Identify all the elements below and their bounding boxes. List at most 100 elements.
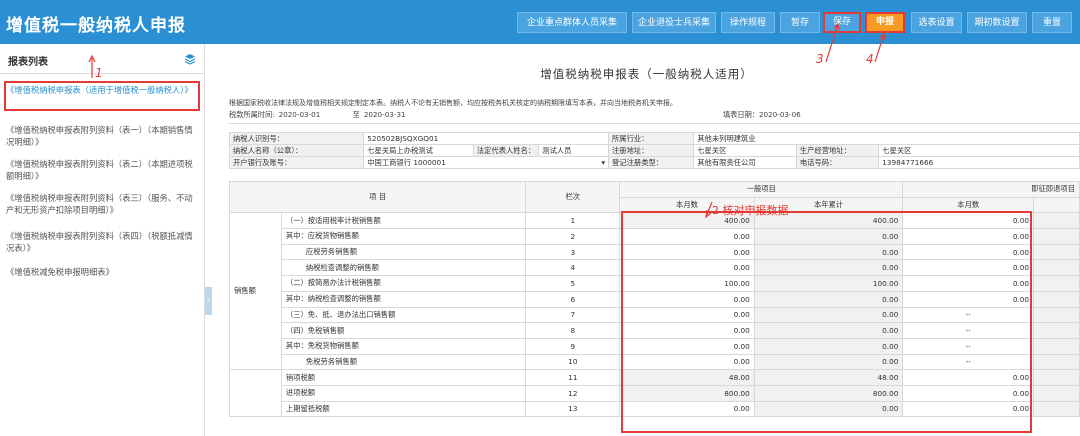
general-month-cell[interactable]: 0.00 — [619, 290, 755, 308]
refund-month-cell[interactable]: 0.00 — [902, 384, 1035, 402]
reg-addr-label: 注册地址： — [608, 144, 695, 157]
row-label: 上期留抵税额 — [280, 400, 527, 418]
sidebar-title: 报表列表 — [8, 57, 48, 68]
refund-month-cell[interactable]: 0.00 — [902, 290, 1035, 308]
refund-month-cell[interactable]: 0.00 — [902, 369, 1035, 386]
col-refund: 即征即退项目 — [902, 181, 1080, 198]
row-label: 其中：纳税检查调整的销售额 — [280, 290, 527, 308]
declare-button[interactable]: 申报 — [865, 12, 905, 33]
refund-month-cell[interactable]: 0.00 — [902, 275, 1035, 292]
refund-month-cell[interactable]: 0.00 — [902, 259, 1035, 277]
table-row: 其中：纳税检查调整的销售额 6 0.00 0.00 0.00 — [230, 290, 1080, 308]
top-bar: 增值税一般纳税人申报 企业重点群体人员采集 企业退役士兵采集 操作规程 暂存 保… — [0, 0, 1080, 44]
refund-year-cell — [1033, 290, 1080, 308]
general-month-cell[interactable]: 0.00 — [619, 259, 755, 277]
legal-rep-label: 法定代表人姓名： — [472, 144, 540, 157]
general-month-cell[interactable]: 0.00 — [619, 337, 755, 355]
general-month-cell[interactable]: 0.00 — [619, 306, 755, 324]
row-line-no: 13 — [525, 400, 621, 418]
row-label: 进项税额 — [280, 384, 527, 402]
tax-period: 税款所属时间: 2020-03-01 至 2020-03-31 — [229, 110, 410, 120]
row-label: 免税劳务销售额 — [280, 353, 527, 371]
annotation-4: 4 — [866, 52, 874, 66]
col-refund-month: 本月数 — [902, 196, 1035, 214]
general-month-cell[interactable]: 0.00 — [619, 228, 755, 245]
sidebar-item-schedule-2[interactable]: 《增值税纳税申报表附列资料（表二）（本期进项税额明细）》 — [6, 158, 198, 182]
sidebar-item-schedule-4[interactable]: 《增值税纳税申报表附列资料（表四）（税额抵减情况表）》 — [6, 230, 198, 254]
sidebar-item-schedule-1[interactable]: 《增值税纳税申报表附列资料（表一）（本期销售情况明细）》 — [6, 124, 198, 148]
temp-save-button[interactable]: 暂存 — [780, 12, 820, 33]
save-button[interactable]: 保存 — [823, 12, 861, 33]
table-row: （四）免税销售额 8 0.00 0.00 -- — [230, 322, 1080, 339]
table-row: 上期留抵税额 13 0.00 0.00 0.00 — [230, 400, 1080, 418]
general-month-cell[interactable]: 48.00 — [619, 369, 755, 386]
reg-type-label: 登记注册类型： — [608, 156, 695, 169]
general-year-cell: 0.00 — [753, 259, 904, 277]
layers-icon[interactable] — [184, 53, 196, 65]
table-row: 销售额 （一）按适用税率计税销售额 1 400.00 400.00 0.00 — [229, 212, 1080, 371]
sidebar-item-schedule-3[interactable]: 《增值税纳税申报表附列资料（表三）（服务、不动产和无形资产扣除项目明细）》 — [6, 192, 198, 216]
form-notice: 根据国家税收法律法规及增值税相关规定制定本表。纳税人不论有无销售额，均应按税务机… — [229, 99, 677, 107]
refund-month-cell[interactable]: -- — [902, 353, 1035, 371]
initial-settings-button[interactable]: 期初数设置 — [967, 12, 1027, 33]
refund-year-cell — [1033, 353, 1080, 371]
general-year-cell: 800.00 — [753, 384, 904, 402]
row-line-no: 8 — [525, 322, 621, 339]
row-label: （三）免、抵、退办法出口销售额 — [280, 306, 527, 324]
row-line-no: 6 — [525, 290, 621, 308]
general-year-cell: 0.00 — [753, 322, 904, 339]
period-to-label: 至 — [352, 110, 360, 119]
taxpayer-name-label: 纳税人名称（公章）： — [228, 144, 365, 157]
general-year-cell: 0.00 — [753, 228, 904, 245]
table-row: 免税劳务销售额 10 0.00 0.00 -- — [230, 353, 1080, 371]
legal-rep-value: 测试人员 — [538, 144, 610, 157]
sidebar-item-exemption[interactable]: 《增值税减免税申报明细表》 — [6, 266, 198, 278]
bank-select[interactable]: 中国工商银行 1000001 ▾ — [363, 156, 610, 169]
phone-value: 13984771666 — [878, 156, 1080, 169]
industry-value: 其他未列明建筑业 — [693, 132, 1080, 145]
row-line-no: 12 — [525, 384, 621, 402]
procedure-button[interactable]: 操作规程 — [721, 12, 775, 33]
table-row: 销项税额 11 48.00 48.00 0.00 — [229, 369, 1080, 418]
refund-year-cell — [1033, 259, 1080, 277]
refund-month-cell[interactable]: -- — [902, 337, 1035, 355]
refund-month-cell[interactable]: 0.00 — [902, 243, 1035, 261]
general-year-cell: 48.00 — [753, 369, 904, 386]
refund-year-cell — [1033, 322, 1080, 339]
sidebar-collapse-handle[interactable]: ‹ — [205, 287, 212, 315]
refund-month-cell[interactable]: 0.00 — [902, 400, 1035, 418]
refund-year-cell — [1033, 369, 1080, 386]
row-line-no: 9 — [525, 337, 621, 355]
refund-month-cell[interactable]: -- — [902, 306, 1035, 324]
refund-month-cell[interactable]: 0.00 — [902, 212, 1035, 230]
general-year-cell: 0.00 — [753, 400, 904, 418]
refund-month-cell[interactable]: -- — [902, 322, 1035, 339]
key-group-collect-button[interactable]: 企业重点群体人员采集 — [517, 12, 627, 33]
general-month-cell[interactable]: 0.00 — [619, 243, 755, 261]
general-month-cell[interactable]: 100.00 — [619, 275, 755, 292]
col-item: 项 目 — [228, 180, 527, 214]
col-general: 一般项目 — [619, 181, 904, 198]
general-month-cell[interactable]: 0.00 — [619, 400, 755, 418]
row-line-no: 10 — [525, 353, 621, 371]
refund-year-cell — [1033, 243, 1080, 261]
reset-button[interactable]: 重置 — [1032, 12, 1072, 33]
refund-year-cell — [1033, 228, 1080, 245]
general-year-cell: 0.00 — [753, 353, 904, 371]
row-line-no: 11 — [525, 369, 621, 386]
dropdown-icon: ▾ — [601, 157, 606, 167]
biz-addr-value: 七星关区 — [878, 144, 1080, 157]
biz-addr-label: 生产经营地址： — [795, 144, 880, 157]
refund-month-cell[interactable]: 0.00 — [902, 228, 1035, 245]
row-line-no: 3 — [525, 243, 621, 261]
table-settings-button[interactable]: 选表设置 — [911, 12, 962, 33]
general-month-cell[interactable]: 0.00 — [619, 322, 755, 339]
group-sales-label: 销售额 — [229, 212, 282, 371]
table-row: （三）免、抵、退办法出口销售额 7 0.00 0.00 -- — [230, 306, 1080, 324]
table-row: 纳税检查调整的销售额 4 0.00 0.00 0.00 — [230, 259, 1080, 277]
general-month-cell[interactable]: 0.00 — [619, 353, 755, 371]
row-label: 应税劳务销售额 — [280, 243, 527, 261]
general-month-cell[interactable]: 800.00 — [619, 384, 755, 402]
veteran-collect-button[interactable]: 企业退役士兵采集 — [632, 12, 716, 33]
phone-label: 电话号码： — [795, 156, 880, 169]
